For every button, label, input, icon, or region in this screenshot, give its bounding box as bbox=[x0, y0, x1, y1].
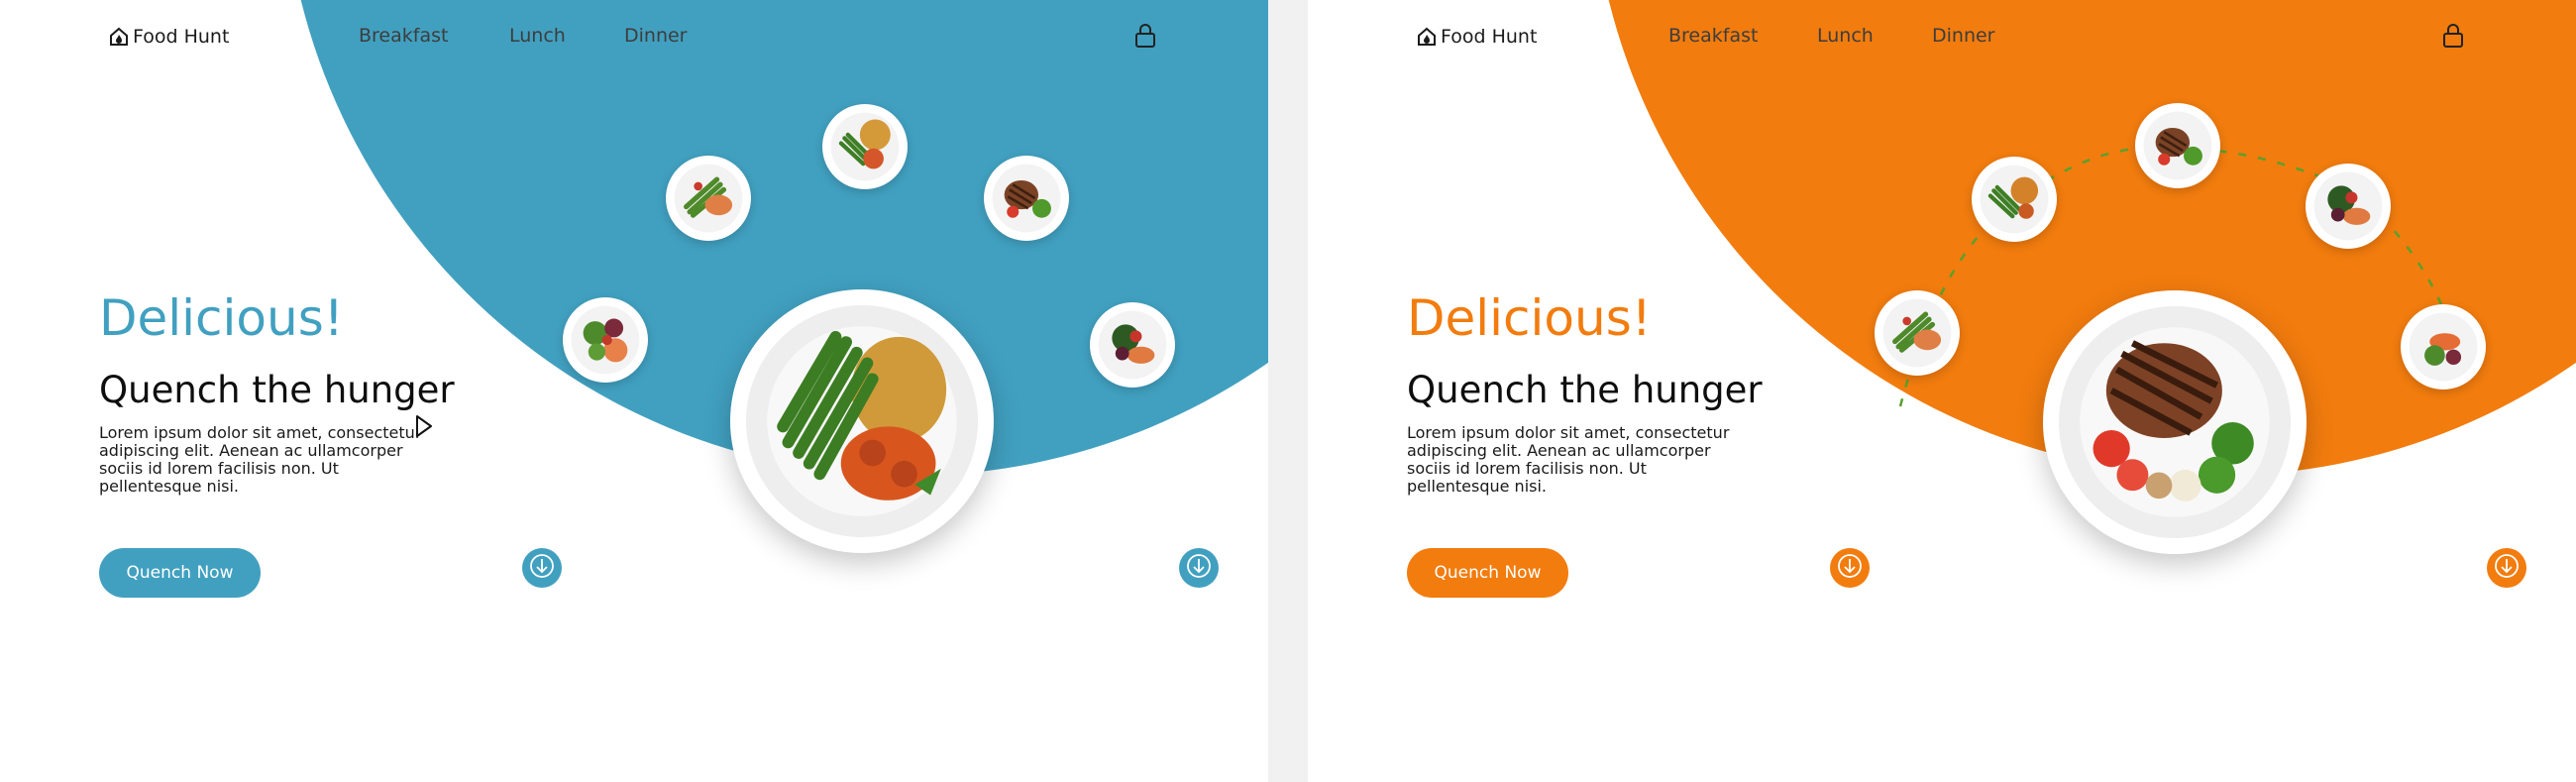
featured-dish-plate bbox=[2043, 290, 2307, 554]
home-flame-icon bbox=[109, 27, 129, 47]
brand-name: Food Hunt bbox=[133, 26, 230, 48]
carousel-dish-green-beans-rice[interactable] bbox=[822, 104, 908, 189]
quench-now-button[interactable]: Quench Now bbox=[99, 548, 261, 598]
landing-panel-blue: Food Hunt Breakfast Lunch Dinner Delicio… bbox=[0, 0, 1268, 782]
featured-dish-plate bbox=[730, 289, 994, 553]
scroll-down-button-right[interactable] bbox=[1179, 548, 1219, 588]
carousel-dish-salad-salmon[interactable] bbox=[1090, 302, 1175, 388]
top-navigation: Food Hunt Breakfast Lunch Dinner bbox=[0, 0, 1268, 71]
pointer-cursor-icon bbox=[414, 414, 434, 442]
hero-accent-heading: Delicious! bbox=[99, 289, 344, 347]
carousel-dish-asparagus-salmon[interactable] bbox=[1875, 290, 1960, 376]
carousel-dish-salmon-salad[interactable] bbox=[2401, 304, 2486, 390]
carousel-path bbox=[1898, 146, 2459, 407]
carousel-dish-grilled-steak[interactable] bbox=[2135, 103, 2220, 188]
carousel-dish-grilled-steak[interactable] bbox=[984, 156, 1069, 241]
hero-title: Quench the hunger bbox=[99, 369, 455, 411]
carousel-dish-salmon-salad[interactable] bbox=[563, 297, 648, 383]
lock-icon[interactable] bbox=[1133, 23, 1157, 53]
carousel-dish-asparagus-salmon[interactable] bbox=[666, 156, 751, 241]
arrow-down-icon bbox=[529, 553, 555, 583]
scroll-down-button[interactable] bbox=[522, 548, 562, 588]
nav-link-dinner[interactable]: Dinner bbox=[624, 25, 688, 47]
hero-description: Lorem ipsum dolor sit amet, consectetur … bbox=[99, 423, 422, 496]
nav-link-breakfast[interactable]: Breakfast bbox=[359, 25, 448, 47]
arrow-down-icon bbox=[1186, 553, 1212, 583]
nav-link-lunch[interactable]: Lunch bbox=[509, 25, 566, 47]
carousel-dish-green-beans-chicken[interactable] bbox=[1972, 157, 2057, 242]
brand-logo[interactable]: Food Hunt bbox=[109, 26, 229, 48]
carousel-dish-salad-salmon[interactable] bbox=[2306, 164, 2391, 249]
landing-panel-orange: Food Hunt Breakfast Lunch Dinner Delicio… bbox=[1308, 0, 2576, 782]
